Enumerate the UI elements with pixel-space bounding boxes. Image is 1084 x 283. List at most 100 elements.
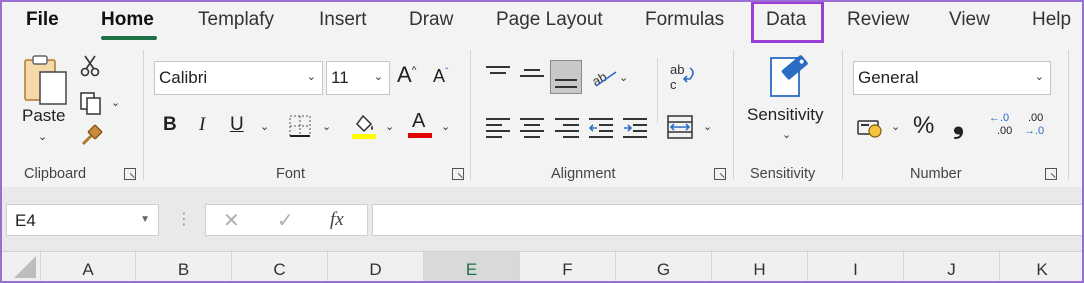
sensitivity-button-label[interactable]: Sensitivity	[747, 105, 824, 125]
decrease-indent-icon[interactable]	[588, 117, 613, 139]
group-separator	[143, 50, 144, 180]
increase-indent-icon[interactable]	[623, 117, 647, 139]
decrease-font-size-icon[interactable]: Aˇ	[433, 66, 448, 87]
enter-icon[interactable]: ✓	[277, 208, 294, 233]
sensitivity-group-label: Sensitivity	[750, 166, 816, 182]
column-header-i[interactable]: I	[807, 252, 903, 283]
merge-center-icon[interactable]	[667, 115, 693, 139]
name-box[interactable]: E4 ▼	[6, 204, 159, 236]
tab-formulas[interactable]: Formulas	[645, 9, 724, 31]
bold-button[interactable]: B	[163, 114, 177, 136]
decrease-decimal-top: .00	[1028, 112, 1044, 124]
number-dialog-launcher-icon[interactable]	[1045, 168, 1057, 180]
percent-style-button[interactable]: %	[913, 112, 934, 140]
fill-color-icon[interactable]	[351, 112, 377, 140]
font-color-dropdown-chevron-icon[interactable]: ⌄	[441, 120, 450, 133]
column-header-j[interactable]: J	[903, 252, 999, 283]
tab-home[interactable]: Home	[101, 9, 154, 31]
ribbon-tab-bar: File Home Templafy Insert Draw Page Layo…	[0, 0, 1084, 44]
column-header-e[interactable]: E	[423, 252, 519, 283]
column-header-c[interactable]: C	[231, 252, 327, 283]
borders-dropdown-chevron-icon[interactable]: ⌄	[322, 120, 331, 133]
tab-file[interactable]: File	[26, 9, 59, 31]
chevron-down-icon: ⌄	[306, 71, 316, 83]
font-name-select[interactable]: Calibri ⌄	[154, 61, 323, 95]
font-group-label: Font	[276, 166, 306, 182]
tab-insert[interactable]: Insert	[319, 9, 367, 31]
wrap-text-icon[interactable]: ab c	[668, 62, 698, 94]
group-separator	[470, 50, 471, 180]
drag-handle-icon[interactable]: ⋮	[176, 209, 192, 229]
borders-icon[interactable]	[289, 115, 311, 137]
underline-dropdown-chevron-icon[interactable]: ⌄	[260, 120, 269, 133]
merge-dropdown-chevron-icon[interactable]: ⌄	[703, 120, 712, 133]
select-all-button[interactable]	[14, 256, 36, 278]
increase-decimal-bottom: .00	[997, 125, 1013, 137]
alignment-group-label: Alignment	[551, 166, 616, 182]
column-header-f[interactable]: F	[519, 252, 615, 283]
paste-dropdown-chevron-icon[interactable]: ⌄	[38, 130, 47, 143]
tab-draw[interactable]: Draw	[409, 9, 453, 31]
group-separator	[733, 50, 734, 180]
increase-font-size-icon[interactable]: A^	[397, 62, 416, 88]
insert-function-button[interactable]: fx	[330, 209, 344, 231]
tab-review[interactable]: Review	[847, 9, 909, 31]
tab-data[interactable]: Data	[766, 9, 806, 31]
formula-input[interactable]	[372, 204, 1084, 236]
middle-align-icon[interactable]	[520, 64, 544, 84]
column-header-b[interactable]: B	[135, 252, 231, 283]
bottom-align-icon[interactable]	[550, 60, 582, 94]
clipboard-dialog-launcher-icon[interactable]	[124, 168, 136, 180]
orientation-icon[interactable]: ab	[589, 64, 620, 90]
name-box-value: E4	[15, 211, 36, 230]
font-name-value: Calibri	[159, 68, 208, 87]
sensitivity-icon[interactable]	[768, 50, 810, 98]
paste-label[interactable]: Paste	[22, 106, 65, 126]
sensitivity-dropdown-chevron-icon[interactable]: ⌄	[782, 128, 791, 141]
fill-color-dropdown-chevron-icon[interactable]: ⌄	[385, 120, 394, 133]
top-align-icon[interactable]	[486, 64, 510, 84]
italic-button[interactable]: I	[199, 114, 205, 136]
tab-templafy[interactable]: Templafy	[198, 9, 274, 31]
align-center-icon[interactable]	[520, 117, 544, 139]
orientation-dropdown-chevron-icon[interactable]: ⌄	[619, 71, 628, 84]
increase-decimal-icon[interactable]: ←.0 .00	[989, 112, 1019, 142]
number-format-value: General	[858, 68, 919, 87]
column-header-a[interactable]: A	[40, 252, 135, 283]
decrease-decimal-bottom: →.0	[1024, 125, 1045, 137]
number-group-label: Number	[910, 166, 962, 182]
grow-font-label: A	[397, 62, 412, 87]
font-dialog-launcher-icon[interactable]	[452, 168, 464, 180]
cut-icon[interactable]	[80, 54, 100, 78]
font-color-icon[interactable]: A	[407, 110, 433, 140]
accounting-format-icon[interactable]	[857, 117, 885, 139]
column-header-k[interactable]: K	[999, 252, 1084, 283]
increase-decimal-top: ←.0	[989, 112, 1010, 124]
accounting-dropdown-chevron-icon[interactable]: ⌄	[891, 120, 900, 133]
column-header-g[interactable]: G	[615, 252, 711, 283]
number-format-select[interactable]: General ⌄	[853, 61, 1051, 95]
decrease-decimal-icon[interactable]: .00 →.0	[1024, 112, 1054, 142]
paste-icon[interactable]	[22, 54, 68, 106]
font-size-select[interactable]: 11 ⌄	[326, 61, 390, 95]
align-left-icon[interactable]	[486, 117, 510, 139]
chevron-down-icon: ⌄	[373, 71, 383, 83]
align-right-icon[interactable]	[555, 117, 579, 139]
inner-separator	[657, 58, 658, 123]
active-tab-indicator	[101, 36, 157, 40]
tab-help[interactable]: Help	[1032, 9, 1071, 31]
tab-page-layout[interactable]: Page Layout	[496, 9, 603, 31]
copy-dropdown-chevron-icon[interactable]: ⌄	[111, 96, 120, 109]
cancel-icon[interactable]: ✕	[223, 208, 240, 233]
formula-bar: E4 ▼ ⋮ ✕ ✓ fx	[0, 187, 1084, 251]
column-header-h[interactable]: H	[711, 252, 807, 283]
copy-icon[interactable]	[79, 91, 103, 115]
comma-style-button[interactable]: ❟	[953, 108, 964, 141]
column-header-d[interactable]: D	[327, 252, 423, 283]
font-color-swatch	[408, 133, 432, 138]
alignment-dialog-launcher-icon[interactable]	[714, 168, 726, 180]
svg-text:c: c	[670, 77, 677, 92]
underline-button[interactable]: U	[230, 114, 244, 136]
format-painter-icon[interactable]	[79, 124, 103, 148]
tab-view[interactable]: View	[949, 9, 990, 31]
